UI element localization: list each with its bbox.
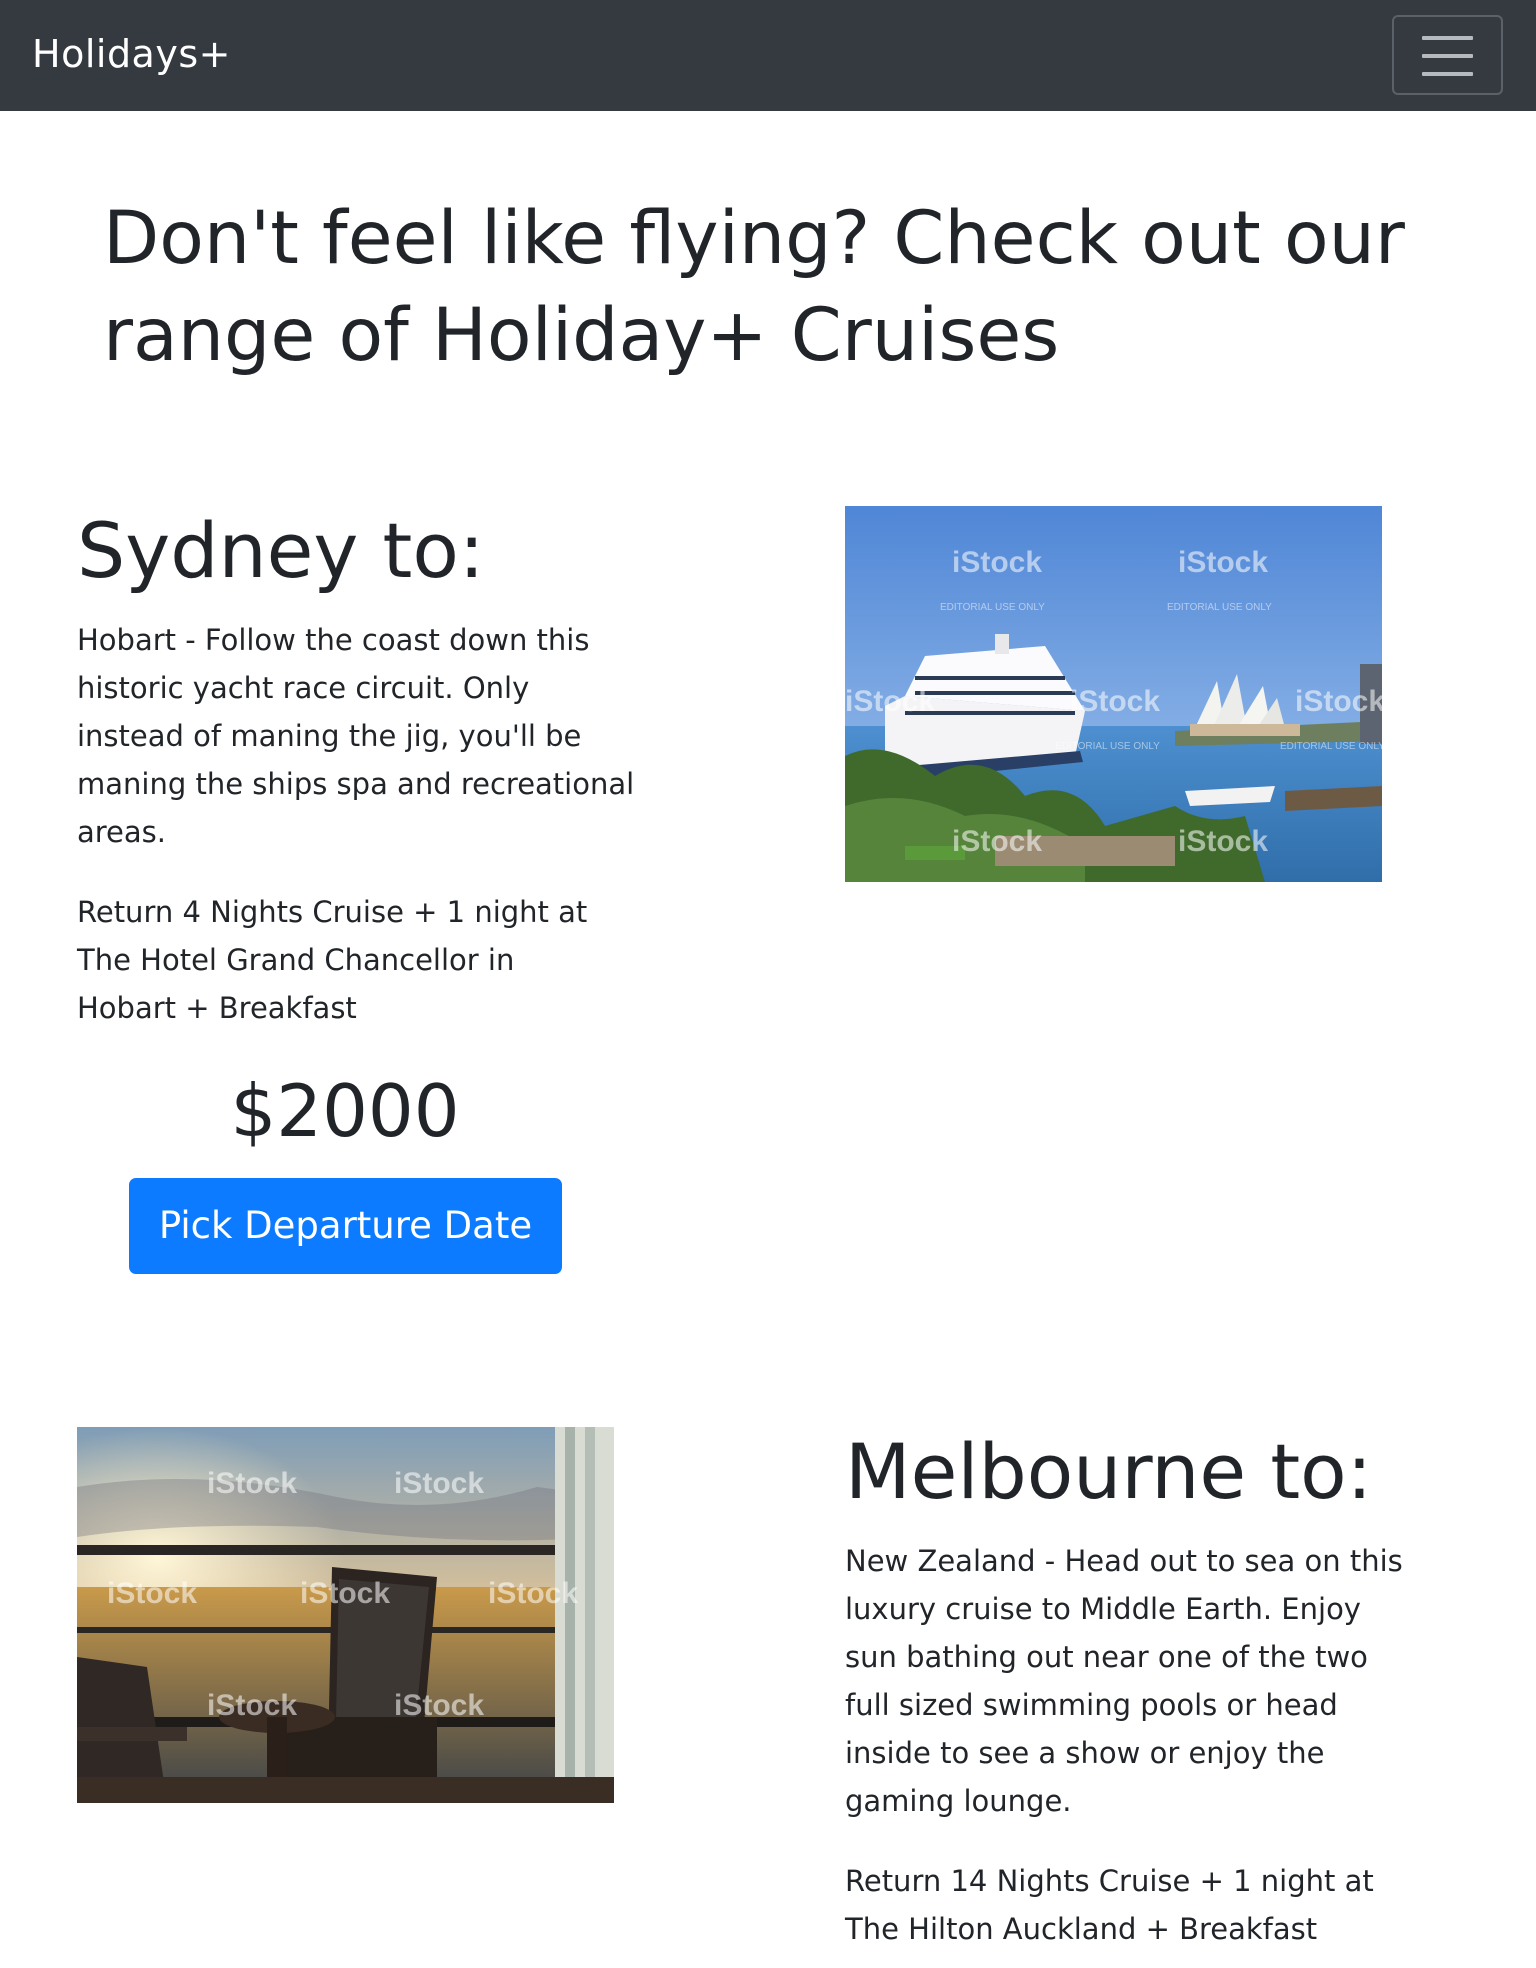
offer-description: New Zealand - Head out to sea on this lu…: [845, 1544, 1403, 1818]
page-headline: Don't feel like flying? Check out our ra…: [103, 196, 1405, 378]
svg-text:iStock: iStock: [488, 1577, 578, 1610]
svg-text:EDITORIAL USE ONLY: EDITORIAL USE ONLY: [1055, 741, 1160, 752]
svg-text:iStock: iStock: [1295, 685, 1382, 718]
svg-text:iStock: iStock: [1178, 825, 1268, 858]
svg-text:iStock: iStock: [394, 1689, 484, 1722]
svg-text:iStock: iStock: [952, 825, 1042, 858]
offer-price: $2000: [230, 1069, 460, 1153]
pick-departure-date-button[interactable]: Pick Departure Date: [129, 1178, 562, 1274]
svg-text:EDITORIAL USE ONLY: EDITORIAL USE ONLY: [1167, 602, 1272, 613]
svg-text:iStock: iStock: [300, 1577, 390, 1610]
sydney-harbour-photo: iStock iStock iStock iStock iStock iStoc…: [845, 506, 1382, 882]
cruise-balcony-photo: iStock iStock iStock iStock iStock iStoc…: [77, 1427, 614, 1803]
svg-text:iStock: iStock: [1178, 546, 1268, 579]
svg-text:iStock: iStock: [107, 1577, 197, 1610]
navbar: Holidays+: [0, 0, 1536, 111]
svg-text:iStock: iStock: [207, 1689, 297, 1722]
offer-package: Return 14 Nights Cruise + 1 night at The…: [845, 1864, 1374, 1946]
offer-description: Hobart - Follow the coast down this hist…: [77, 623, 635, 849]
svg-text:EDITORIAL USE ONLY: EDITORIAL USE ONLY: [1280, 741, 1382, 752]
navbar-toggle-button[interactable]: [1392, 15, 1503, 95]
svg-text:iStock: iStock: [1070, 685, 1160, 718]
svg-text:EDITORIAL USE ONLY: EDITORIAL USE ONLY: [940, 602, 1045, 613]
svg-text:iStock: iStock: [952, 546, 1042, 579]
svg-text:iStock: iStock: [394, 1467, 484, 1500]
svg-text:iStock: iStock: [207, 1467, 297, 1500]
svg-text:iStock: iStock: [845, 685, 935, 718]
offer-city-title: Melbourne to:: [845, 1427, 1373, 1516]
brand-link[interactable]: Holidays+: [32, 28, 231, 80]
offer-package: Return 4 Nights Cruise + 1 night at The …: [77, 895, 588, 1025]
offer-city-title: Sydney to:: [77, 506, 485, 595]
